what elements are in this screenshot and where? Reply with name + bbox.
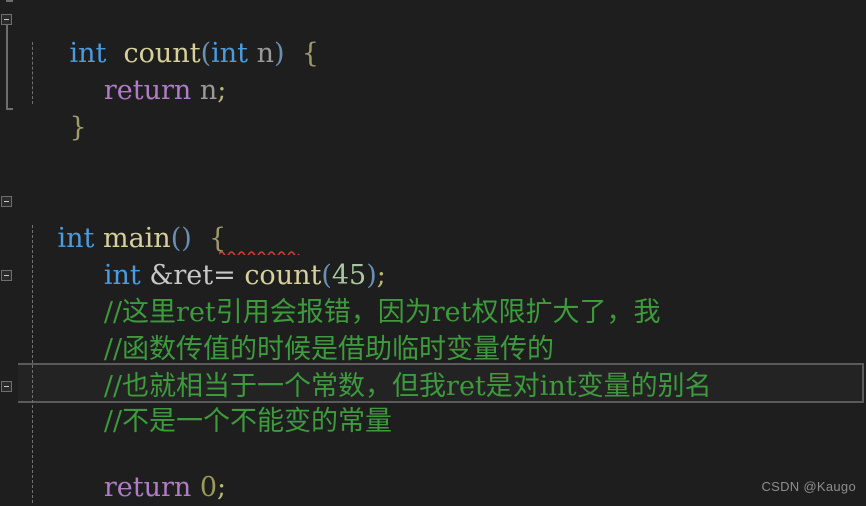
code-line[interactable]: int count(int n) { — [18, 0, 319, 69]
token: n — [199, 75, 218, 106]
token: { — [301, 38, 319, 69]
token: ; — [217, 472, 227, 503]
token: n — [256, 38, 274, 69]
code-line[interactable]: return n; — [18, 35, 227, 106]
code-line[interactable]: //也就相当于一个常数，但我ret是对int变量的别名 — [18, 331, 712, 402]
code-line[interactable]: int main() { — [6, 183, 227, 254]
code-line[interactable] — [18, 146, 70, 183]
error-squiggle-icon — [219, 250, 301, 255]
csdn-watermark: CSDN @Kaugo — [761, 479, 856, 494]
code-editor[interactable]: int count(int n) { return n; } int main(… — [0, 0, 866, 506]
code-line[interactable]: } — [6, 469, 75, 506]
code-line[interactable] — [18, 109, 70, 146]
code-line[interactable]: int &ret= count(45); — [18, 220, 386, 291]
code-content[interactable]: int count(int n) { return n; } int main(… — [0, 0, 866, 506]
code-line[interactable]: //这里ret引用会报错，因为ret权限扩大了，我 — [18, 257, 661, 328]
token: return — [103, 472, 192, 503]
code-line-current[interactable]: //不是一个不能变的常量 — [18, 366, 392, 437]
token: 0 — [199, 472, 218, 503]
token: } — [69, 112, 87, 143]
code-line[interactable]: } — [18, 72, 87, 143]
token: ; — [217, 75, 227, 106]
token: return — [103, 75, 192, 106]
code-line[interactable]: return 0; — [18, 432, 226, 503]
token: ) — [273, 38, 285, 69]
code-line[interactable]: //函数传值的时候是借助临时变量传的 — [18, 294, 554, 365]
